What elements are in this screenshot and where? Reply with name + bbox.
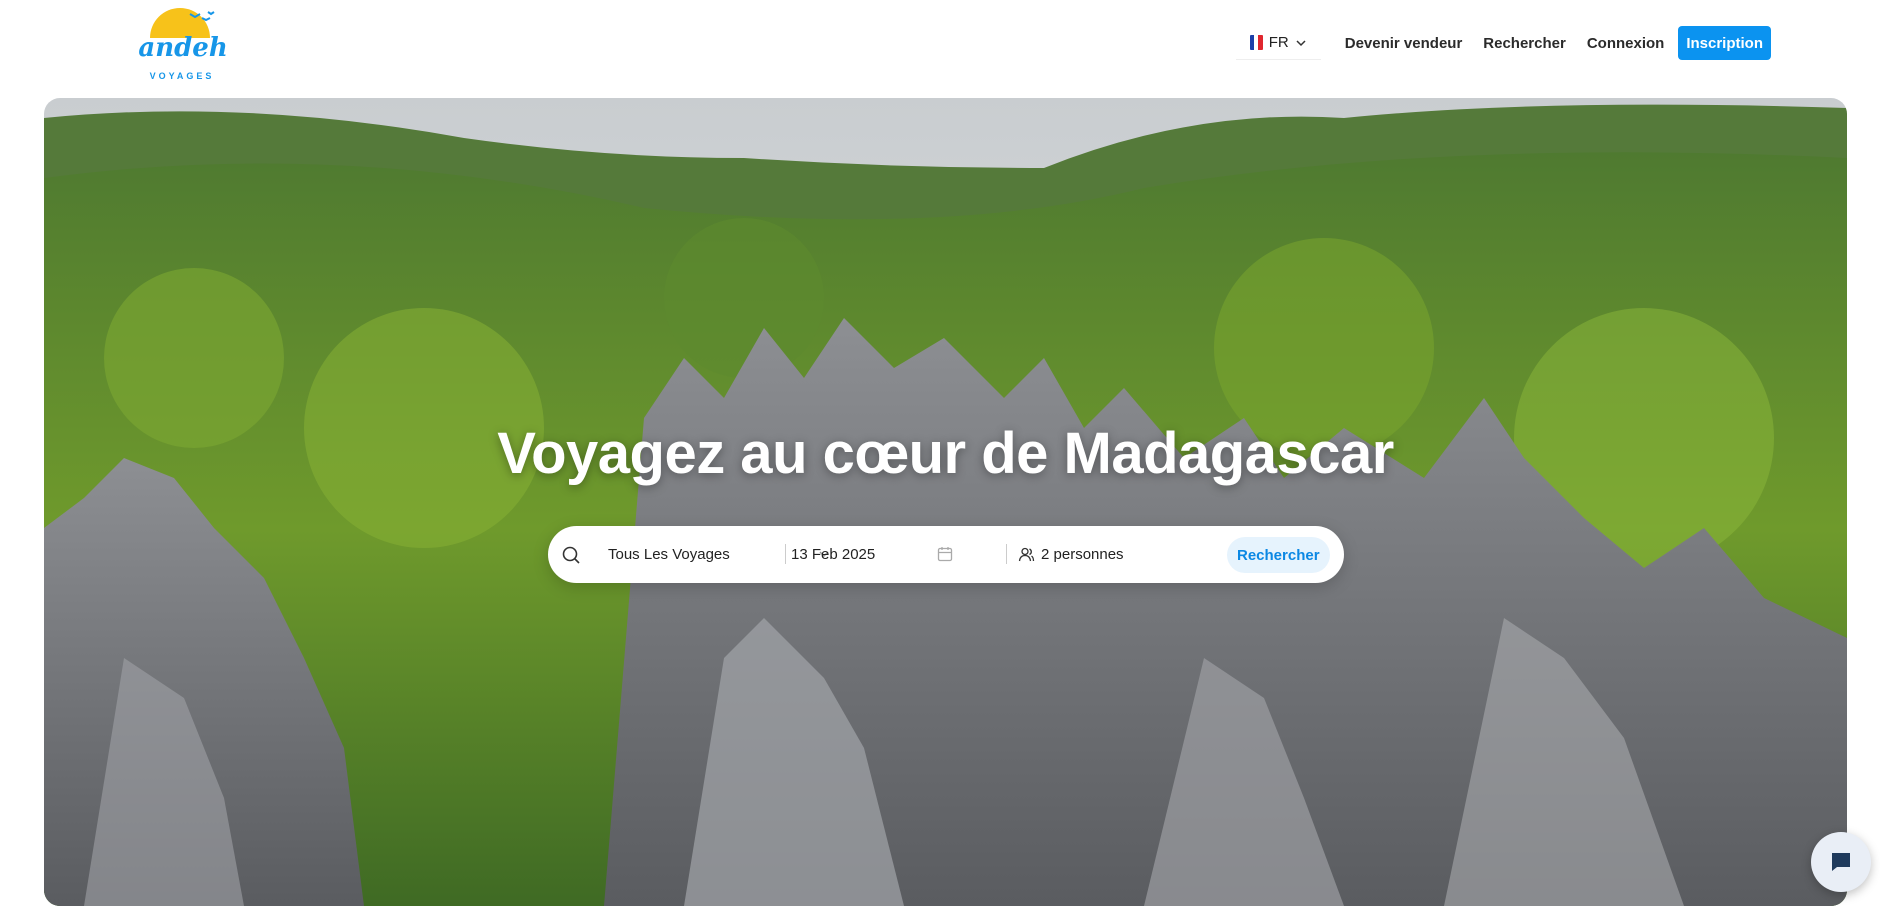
hero-section: Voyagez au cœur de Madagascar Tous Les V…: [44, 98, 1847, 906]
travelers-field[interactable]: 2 personnes: [1018, 526, 1124, 583]
logo-image: handeha VOYAGES: [119, 8, 245, 81]
france-flag-icon: [1249, 35, 1263, 50]
travelers-value: 2 personnes: [1041, 546, 1124, 563]
search-icon: [562, 546, 580, 564]
search-submit-button[interactable]: Rechercher: [1227, 537, 1330, 573]
nav-search[interactable]: Rechercher: [1483, 35, 1566, 52]
calendar-icon[interactable]: [936, 545, 954, 563]
date-value: 13 Feb 2025: [791, 546, 876, 563]
divider: [785, 544, 786, 564]
date-field[interactable]: 13 Feb 2025: [791, 526, 875, 583]
chevron-down-icon: [1296, 39, 1306, 46]
signup-button[interactable]: Inscription: [1678, 26, 1771, 60]
trip-type-value: Tous Les Voyages: [608, 546, 730, 563]
divider: [1006, 544, 1007, 564]
chat-icon: [1832, 853, 1850, 871]
nav-become-seller[interactable]: Devenir vendeur: [1345, 35, 1463, 52]
logo[interactable]: handeha VOYAGES: [119, 4, 245, 84]
main-nav: FR Devenir vendeur Rechercher Connexion …: [1235, 26, 1771, 60]
language-selector[interactable]: FR: [1235, 26, 1321, 60]
chat-widget-button[interactable]: [1811, 832, 1871, 892]
users-icon: [1018, 547, 1035, 562]
svg-text:handeha: handeha: [138, 33, 228, 63]
hero-background-image: [44, 98, 1847, 906]
trip-type-select[interactable]: Tous Les Voyages: [608, 526, 829, 583]
site-header: handeha VOYAGES FR Devenir vendeur Reche…: [0, 0, 1880, 98]
svg-text:VOYAGES: VOYAGES: [150, 71, 215, 81]
hero-title: Voyagez au cœur de Madagascar: [497, 421, 1394, 486]
language-label: FR: [1268, 34, 1289, 51]
search-bar: Tous Les Voyages 13 Feb 2025 2 personnes…: [548, 526, 1344, 583]
nav-login[interactable]: Connexion: [1587, 35, 1665, 52]
